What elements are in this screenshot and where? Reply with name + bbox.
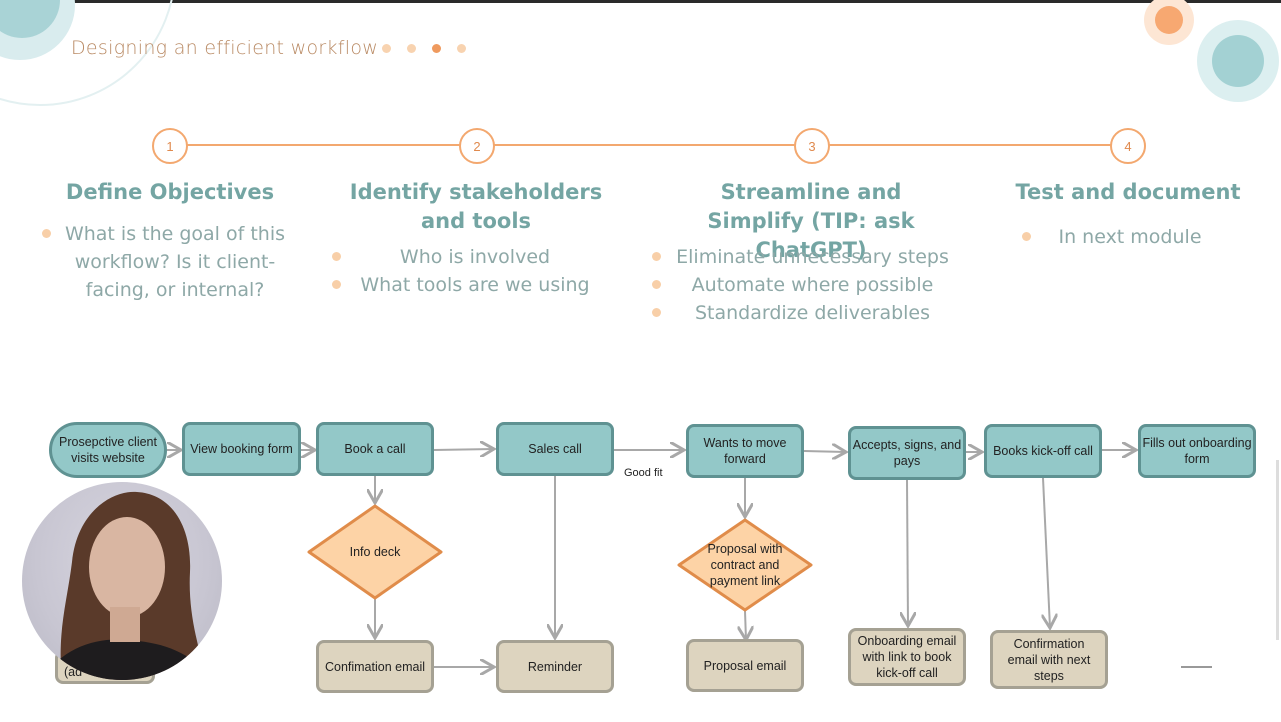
node-accepts-signs-pays: Accepts, signs, and pays (848, 426, 966, 480)
node-confimation-email: Confimation email (316, 640, 434, 693)
node-wants-to-move-forward: Wants to move forward (686, 424, 804, 478)
webcam-overlay (22, 482, 222, 680)
node-info-deck: Info deck (349, 545, 401, 559)
edge-label-good-fit: Good fit (624, 467, 663, 479)
node-reminder: Reminder (496, 640, 614, 693)
node-proposal-email: Proposal email (686, 639, 804, 692)
node-onboarding-email: Onboarding email with link to book kick-… (848, 628, 966, 686)
node-prospective-client: Prosepctive client visits website (49, 422, 167, 478)
node-books-kickoff-call: Books kick-off call (984, 424, 1102, 478)
node-confirmation-email-next-steps: Confirmation email with next steps (990, 630, 1108, 689)
presenter-video-icon (42, 491, 212, 680)
node-sales-call: Sales call (496, 422, 614, 476)
node-view-booking-form: View booking form (182, 422, 301, 476)
node-book-a-call: Book a call (316, 422, 434, 476)
node-fills-out-onboarding-form: Fills out onboarding form (1138, 424, 1256, 478)
node-proposal-with-contract: Proposal with contract and payment link (707, 542, 783, 588)
